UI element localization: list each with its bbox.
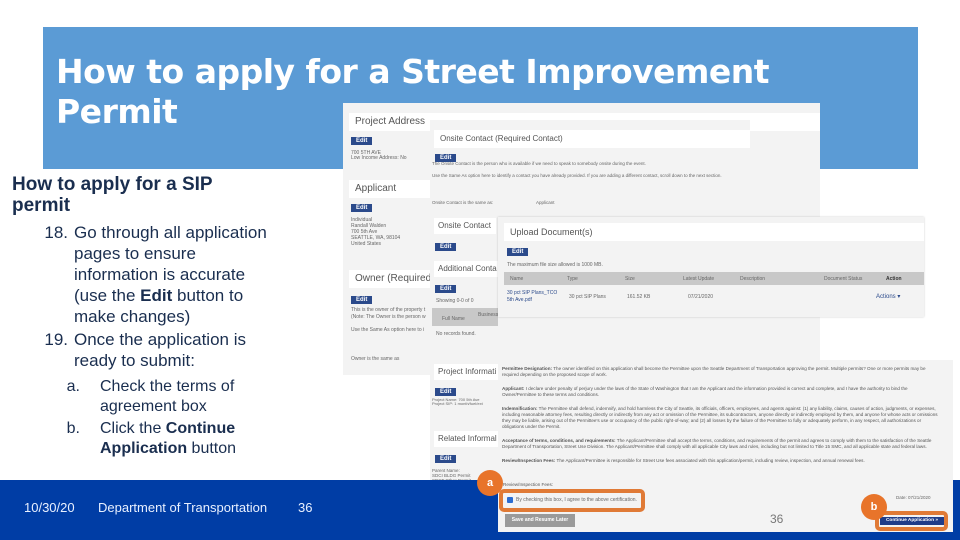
section-heading-line: How to apply for a SIP — [12, 174, 213, 195]
footer-page-number: 36 — [298, 500, 313, 515]
terms-paragraph: The Applicant/Permittee is responsible f… — [555, 458, 865, 463]
onsite-same-as-value[interactable]: Applicant — [536, 200, 555, 206]
terms-paragraph: The owner identified on this application… — [502, 366, 926, 377]
related-info-header: Related Informal — [434, 431, 498, 447]
footer-date: 10/30/20 — [24, 500, 75, 515]
title-line-1: How to apply for a Street Improvement — [56, 52, 770, 91]
showing-count: Showing 0-0 of 0 — [436, 298, 474, 304]
continue-keyword: Continue — [165, 420, 236, 437]
onsite-text: The Onsite Contact is the person who is … — [432, 161, 646, 166]
owner-header: Owner (Required C — [349, 270, 434, 288]
step-text: ready to submit: — [74, 351, 195, 370]
document-link[interactable]: 5th Ave.pdf — [507, 297, 532, 303]
terms-heading: Permittee Designation: — [502, 366, 553, 371]
terms-paragraph: I declare under penalty of perjury under… — [502, 386, 908, 397]
step-number: 19. — [44, 330, 68, 349]
substep-letter: a. — [66, 378, 80, 395]
step-text-part: (use the — [74, 286, 141, 305]
substep-b: b. Click the Continue Application button — [12, 419, 322, 459]
upload-header: Upload Document(s) — [504, 223, 924, 241]
substep-text: agreement box — [100, 398, 207, 415]
owner-text: Owner is the same as — [351, 356, 400, 362]
step-text-part: button to — [172, 286, 244, 305]
instructions: How to apply for a SIP permit 18. Go thr… — [12, 174, 322, 459]
column-header: Latest Update — [683, 276, 715, 282]
edit-button[interactable]: Edit — [435, 243, 457, 251]
applicant-header: Applicant — [349, 180, 434, 198]
step-text: information is accurate — [74, 265, 246, 284]
onsite-same-as: Onsite Contact is the same as: — [432, 200, 494, 205]
step-text: Go through all application — [74, 223, 267, 242]
edit-button[interactable]: Edit — [435, 388, 457, 396]
actions-dropdown[interactable]: Actions ▾ — [876, 294, 900, 300]
owner-text: Use the Same As option here to i — [351, 327, 425, 333]
onsite-text: Use the Same As option here to identify … — [432, 173, 722, 178]
footer-org: Department of Transportation — [98, 500, 268, 515]
document-link[interactable]: 30 pct SIP Plans_TCO — [507, 290, 557, 296]
continue-highlight — [875, 511, 948, 531]
save-resume-button[interactable]: Save and Resume Later — [505, 514, 575, 527]
step-number: 18. — [44, 223, 68, 242]
slide-page-number: 36 — [770, 512, 784, 526]
checkbox-highlight — [499, 489, 645, 512]
additional-contact-header: Additional Conta — [434, 261, 498, 277]
applicant-line: United States — [351, 241, 382, 247]
document-date: 07/21/2020 — [688, 294, 714, 300]
column-header: Description — [740, 276, 766, 282]
edit-keyword: Edit — [140, 286, 173, 305]
step-18: 18. Go through all application pages to … — [12, 222, 322, 327]
terms-heading: Acceptance of terms, conditions, and req… — [502, 438, 616, 443]
column-header: Full Name — [442, 316, 465, 322]
step-text: Once the application is — [74, 330, 246, 349]
column-header: Action — [886, 276, 902, 282]
step-19: 19. Once the application is ready to sub… — [12, 329, 322, 371]
substep-text: Check the terms of — [100, 378, 235, 395]
substep-letter: b. — [66, 420, 80, 437]
address-income: Low Income Address: No — [351, 155, 407, 161]
step-text: (use the Edit button to — [74, 285, 267, 306]
column-header: Name — [510, 276, 524, 282]
substep-a: a. Check the terms of agreement box — [12, 377, 322, 417]
step-text: make changes) — [74, 307, 191, 326]
edit-button[interactable]: Edit — [435, 455, 457, 463]
terms-text: Permittee Designation: The owner identif… — [502, 366, 942, 464]
marker-b: b — [861, 494, 887, 520]
edit-button[interactable]: Edit — [507, 248, 529, 256]
terms-heading: Review/Inspection Fees: — [502, 458, 556, 463]
project-info-header: Project Informati — [434, 364, 498, 380]
document-size: 161.52 KB — [627, 294, 651, 300]
substep-text-part: Click the — [100, 420, 166, 437]
column-header: Type — [567, 276, 578, 282]
section-heading: How to apply for a SIP permit — [12, 174, 322, 216]
terms-paragraph: The Permittee shall defend, indemnify, a… — [502, 406, 938, 429]
substep-text: Application button — [100, 439, 236, 459]
max-size-note: The maximum file size allowed is 1000 MB… — [507, 262, 603, 268]
application-keyword: Application — [100, 440, 188, 457]
document-type: 30 pct SIP Plans — [569, 294, 606, 300]
terms-heading: Applicant: — [502, 386, 525, 391]
edit-button[interactable]: Edit — [351, 204, 373, 212]
edit-button[interactable]: Edit — [351, 296, 373, 304]
section-heading-line: permit — [12, 195, 71, 216]
column-header: Document Status — [824, 276, 863, 282]
owner-text: (Note: The Owner is the person w — [351, 314, 426, 320]
column-header: Size — [625, 276, 635, 282]
edit-button[interactable]: Edit — [435, 285, 457, 293]
terms-heading: Indemnification: — [502, 406, 538, 411]
step-text: pages to ensure — [74, 244, 196, 263]
substep-text-part: button — [187, 440, 237, 457]
screenshot-upload-documents: Upload Document(s) Edit The maximum file… — [498, 217, 924, 317]
substep-text: Click the Continue — [100, 419, 236, 439]
terms-heading: Review/Inspection Fees: — [503, 482, 554, 487]
project-info-line: Project SIP: 1 month/fuel/ext — [432, 401, 483, 406]
marker-a: a — [477, 470, 503, 496]
onsite-contact-header: Onsite Contact — [434, 218, 496, 234]
no-records: No records found. — [436, 331, 476, 337]
owner-text: This is the owner of the property t — [351, 307, 426, 313]
date-label: Date: 07/21/2020 — [896, 495, 931, 500]
onsite-required-header: Onsite Contact (Required Contact) — [434, 130, 750, 148]
edit-button[interactable]: Edit — [351, 137, 373, 145]
